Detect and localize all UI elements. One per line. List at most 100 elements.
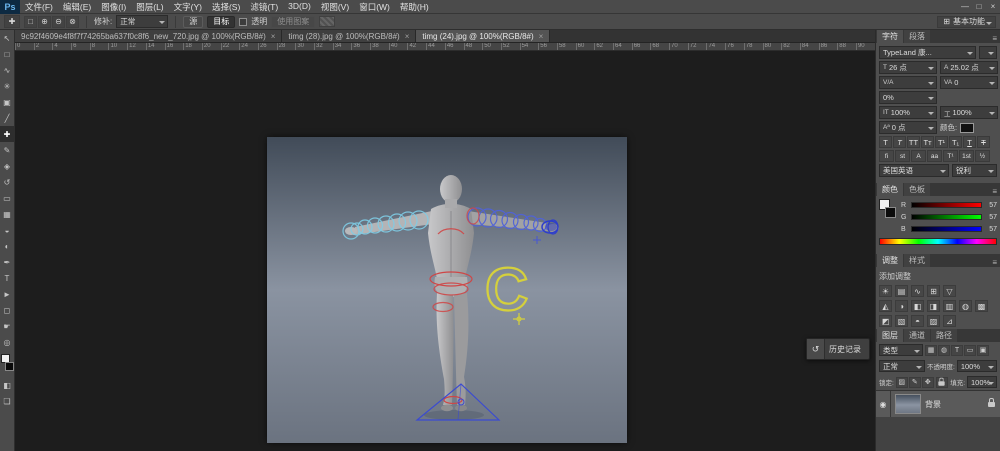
layer-row-background[interactable]: ◉ 背景 — [876, 391, 1000, 417]
source-button[interactable]: 源 — [183, 16, 203, 28]
background-swatch[interactable] — [885, 207, 896, 218]
visibility-eye-icon[interactable]: ◉ — [876, 391, 891, 417]
layer-filter-icon[interactable]: ▭ — [964, 345, 976, 356]
layer-filter-icon[interactable]: ▦ — [925, 345, 937, 356]
tool-button[interactable]: ✚ — [0, 126, 15, 142]
patch-mode-select[interactable]: 正常 — [116, 15, 168, 28]
pattern-picker[interactable] — [319, 16, 335, 27]
opentype-button[interactable]: A — [911, 150, 926, 162]
tab-paragraph[interactable]: 段落 — [904, 30, 930, 43]
patch-tool-icon[interactable]: ✚ — [4, 15, 20, 28]
fill-field[interactable]: 100% — [967, 376, 997, 388]
layer-thumbnail[interactable] — [895, 394, 921, 414]
minimize-button[interactable]: — — [958, 2, 972, 11]
tool-button[interactable]: ✎ — [0, 142, 15, 158]
tool-button[interactable]: ╱ — [0, 110, 15, 126]
tracking-select[interactable]: VA0 — [940, 76, 998, 89]
tool-button[interactable]: ▦ — [0, 206, 15, 222]
tab-character[interactable]: 字符 — [877, 30, 903, 43]
menu-item[interactable]: 窗口(W) — [354, 1, 395, 13]
document-tab[interactable]: 9c92f4609e4f8f7f74265ba637f0c8f6_new_720… — [15, 30, 282, 42]
toolbar-extra-button[interactable]: ❏ — [0, 393, 15, 409]
maximize-button[interactable]: □ — [972, 2, 986, 11]
menu-item[interactable]: 3D(D) — [283, 1, 316, 13]
blend-mode-select[interactable]: 正常 — [879, 360, 925, 372]
adjustment-icon[interactable]: ◭ — [879, 300, 892, 312]
channel-slider[interactable] — [911, 214, 982, 220]
opentype-button[interactable]: T¹ — [943, 150, 958, 162]
layers-tab[interactable]: 图层 — [877, 329, 903, 342]
history-panel-button[interactable]: ↺ 历史记录 — [806, 338, 870, 360]
layer-filter-icon[interactable]: ▣ — [977, 345, 989, 356]
canvas-area[interactable]: C ↺ 历史记录 — [15, 51, 875, 451]
language-select[interactable]: 美国英语 — [879, 164, 949, 177]
tool-button[interactable]: ◒ — [0, 222, 15, 238]
color-swatches[interactable] — [0, 353, 15, 377]
color-panel-swatches[interactable] — [879, 199, 897, 225]
font-family-select[interactable]: TypeLand 康... — [879, 46, 976, 59]
use-pattern-button[interactable]: 使用图案 — [271, 16, 315, 28]
lock-option-icon[interactable]: ▨ — [896, 377, 908, 388]
layer-filter-type-select[interactable]: 类型 — [879, 344, 923, 356]
target-button[interactable]: 目标 — [207, 16, 235, 28]
panel-menu-icon[interactable]: ≡ — [992, 187, 997, 196]
tab-close-icon[interactable]: × — [405, 32, 410, 41]
format-button[interactable]: T — [893, 136, 906, 148]
layers-tab[interactable]: 路径 — [931, 329, 957, 342]
tool-button[interactable]: ◈ — [0, 158, 15, 174]
tool-button[interactable]: ◎ — [0, 334, 15, 350]
document-tab-active[interactable]: timg (24).jpg @ 100%(RGB/8#) × — [416, 30, 550, 42]
adjustment-icon[interactable]: ⊞ — [927, 285, 940, 297]
background-color-swatch[interactable] — [5, 362, 14, 371]
lock-all-icon[interactable] — [936, 377, 948, 388]
channel-slider[interactable] — [911, 202, 982, 208]
adjustment-icon[interactable]: ◨ — [927, 300, 940, 312]
kerning-select[interactable]: V/A — [879, 76, 937, 89]
menu-item[interactable]: 图像(I) — [96, 1, 131, 13]
adjustment-icon[interactable]: ▥ — [943, 300, 956, 312]
channel-slider[interactable] — [911, 226, 982, 232]
adjustment-icon[interactable]: ◓ — [911, 315, 924, 327]
format-button[interactable]: T¹ — [935, 136, 948, 148]
text-color-swatch[interactable] — [960, 123, 974, 133]
selection-mode-icon[interactable]: ⊖ — [52, 16, 65, 28]
tab-color[interactable]: 颜色 — [877, 183, 903, 196]
format-button[interactable]: TT — [907, 136, 920, 148]
tool-button[interactable]: ☛ — [0, 318, 15, 334]
format-button[interactable]: Tᴛ — [921, 136, 934, 148]
adjustment-icon[interactable]: ☀ — [879, 285, 892, 297]
layer-filter-icon[interactable]: ◍ — [938, 345, 950, 356]
workspace-switcher[interactable]: ⊞ 基本功能 — [937, 16, 996, 28]
tool-button[interactable]: ▣ — [0, 94, 15, 110]
horizontal-scale-field[interactable]: 工100% — [940, 106, 998, 119]
adjustment-icon[interactable]: ⊿ — [943, 315, 956, 327]
opentype-button[interactable]: aa — [927, 150, 942, 162]
tab-swatches[interactable]: 色板 — [904, 183, 930, 196]
adjustment-icon[interactable]: ▨ — [927, 315, 940, 327]
tab-adjustments[interactable]: 调整 — [877, 254, 903, 267]
document-tab[interactable]: timg (28).jpg @ 100%(RGB/8#) × — [282, 30, 416, 42]
tool-button[interactable]: ◻ — [0, 302, 15, 318]
format-button[interactable]: T₁ — [949, 136, 962, 148]
adjustment-icon[interactable]: ▤ — [895, 285, 908, 297]
font-style-select[interactable] — [979, 46, 997, 59]
tool-button[interactable]: T — [0, 270, 15, 286]
opentype-button[interactable]: st — [895, 150, 910, 162]
tool-button[interactable]: ✳ — [0, 78, 15, 94]
channel-value[interactable]: 57 — [985, 214, 997, 221]
tool-button[interactable]: ▭ — [0, 190, 15, 206]
menu-item[interactable]: 帮助(H) — [395, 1, 434, 13]
adjustment-icon[interactable]: ◩ — [879, 315, 892, 327]
adjustment-icon[interactable]: ◍ — [959, 300, 972, 312]
menu-item[interactable]: 图层(L) — [131, 1, 168, 13]
menu-item[interactable]: 文字(Y) — [169, 1, 207, 13]
opacity-field[interactable]: 100% — [957, 360, 997, 372]
format-button[interactable]: T — [963, 136, 976, 148]
tool-button[interactable]: ✒ — [0, 254, 15, 270]
antialias-select[interactable]: 锐利 — [952, 164, 997, 177]
tool-button[interactable]: ◐ — [0, 238, 15, 254]
tab-close-icon[interactable]: × — [539, 32, 544, 41]
lock-option-icon[interactable]: ✥ — [922, 377, 934, 388]
baseline-shift-field[interactable]: Aª0 点 — [879, 121, 937, 134]
channel-value[interactable]: 57 — [985, 202, 997, 209]
